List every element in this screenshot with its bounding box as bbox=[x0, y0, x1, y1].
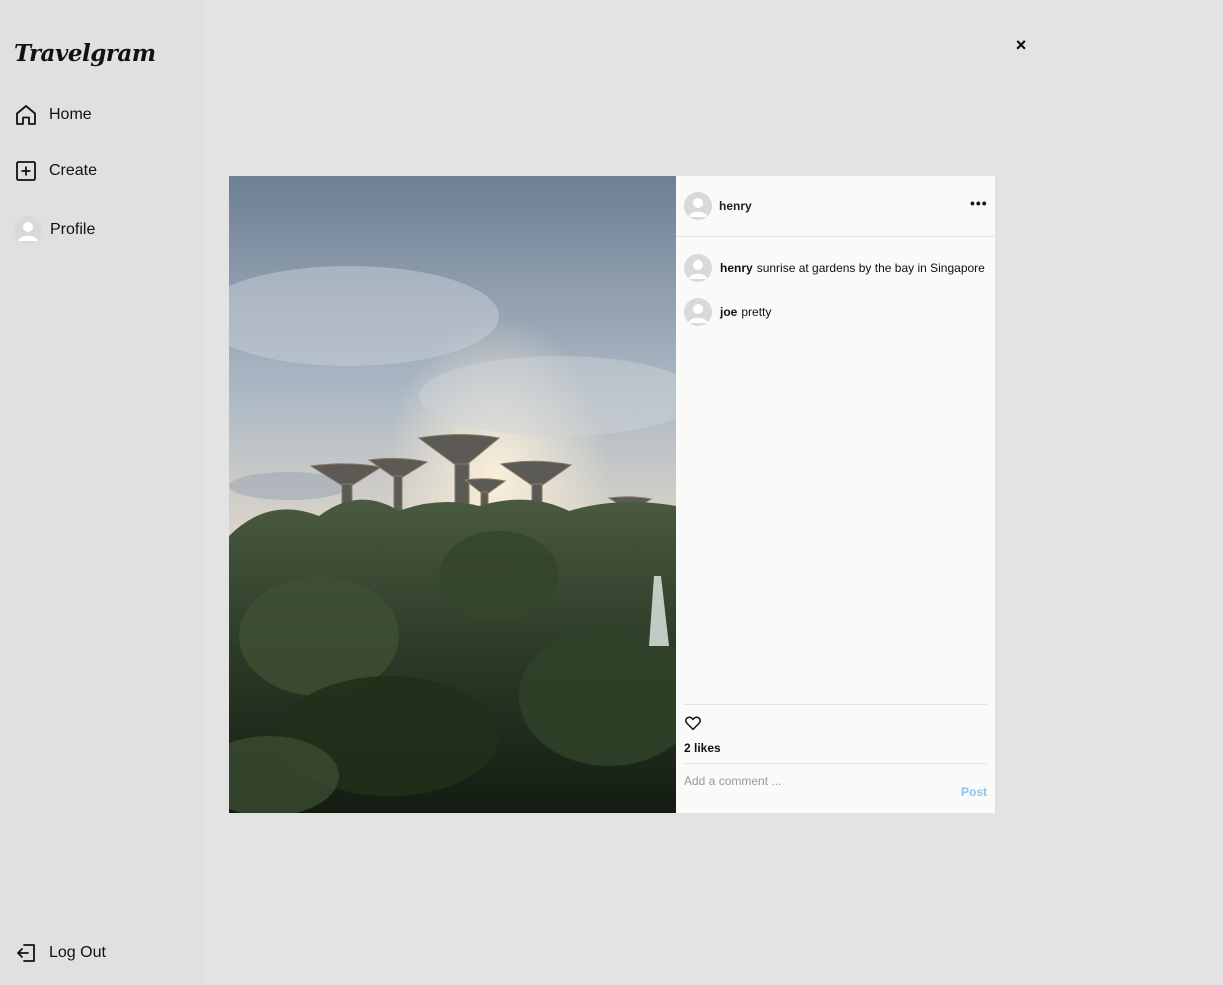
sidebar-item-label: Create bbox=[49, 162, 98, 179]
avatar[interactable] bbox=[684, 192, 712, 220]
plus-square-icon bbox=[14, 159, 38, 183]
post-button[interactable]: Post bbox=[961, 785, 987, 799]
post-author[interactable]: henry bbox=[719, 199, 752, 213]
home-icon bbox=[14, 103, 38, 127]
sidebar-item-label: Home bbox=[49, 106, 92, 123]
list-item: joe pretty bbox=[684, 298, 771, 326]
sidebar-item-profile[interactable]: Profile bbox=[14, 216, 95, 244]
close-button[interactable]: × bbox=[1012, 35, 1030, 55]
post-header: henry ••• bbox=[676, 176, 995, 237]
comment-text: sunrise at gardens by the bay in Singapo… bbox=[756, 261, 985, 275]
logout-label: Log Out bbox=[49, 944, 106, 961]
avatar[interactable] bbox=[684, 254, 712, 282]
sidebar-item-label: Profile bbox=[50, 221, 96, 238]
sidebar: Travelgram Home Create Profile Log Out bbox=[0, 0, 204, 985]
logout-icon bbox=[14, 941, 38, 965]
sidebar-item-home[interactable]: Home bbox=[14, 103, 92, 127]
list-item: henry sunrise at gardens by the bay in S… bbox=[684, 254, 985, 282]
heart-icon[interactable] bbox=[684, 714, 702, 732]
post-photo bbox=[229, 176, 676, 813]
more-options-button[interactable]: ••• bbox=[970, 196, 988, 210]
app-logo[interactable]: Travelgram bbox=[14, 40, 156, 67]
add-comment-area: Post bbox=[684, 763, 987, 814]
logout-button[interactable]: Log Out bbox=[14, 941, 106, 965]
sidebar-item-create[interactable]: Create bbox=[14, 159, 97, 183]
avatar bbox=[14, 216, 42, 244]
comment-text: pretty bbox=[741, 305, 772, 319]
post-actions: 2 likes bbox=[684, 704, 987, 755]
avatar[interactable] bbox=[684, 298, 712, 326]
comment-username[interactable]: henry bbox=[720, 261, 753, 275]
comment-username[interactable]: joe bbox=[720, 305, 737, 319]
post-modal: henry ••• henry sunrise at gardens by th… bbox=[229, 176, 995, 813]
post-details-panel: henry ••• henry sunrise at gardens by th… bbox=[676, 176, 995, 813]
likes-count: 2 likes bbox=[684, 741, 721, 755]
comment-input[interactable] bbox=[684, 774, 944, 788]
